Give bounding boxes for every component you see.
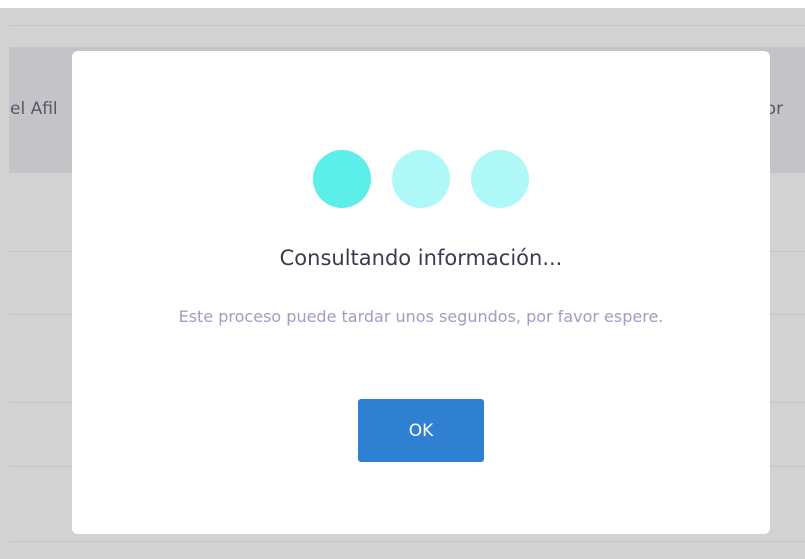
divider [9, 25, 805, 26]
loading-dot [471, 150, 529, 208]
loading-dot-active [313, 150, 371, 208]
table-header-cell: el Afil [10, 99, 58, 119]
page-topbar [0, 0, 805, 8]
table-row-divider [9, 541, 805, 542]
dialog-title: Consultando información... [279, 246, 563, 270]
dialog-message: Este proceso puede tardar unos segundos,… [178, 307, 664, 326]
loading-dots-icon [313, 150, 529, 208]
loading-dot [392, 150, 450, 208]
ok-button[interactable]: OK [358, 399, 484, 462]
loading-dialog: Consultando información... Este proceso … [72, 51, 770, 534]
